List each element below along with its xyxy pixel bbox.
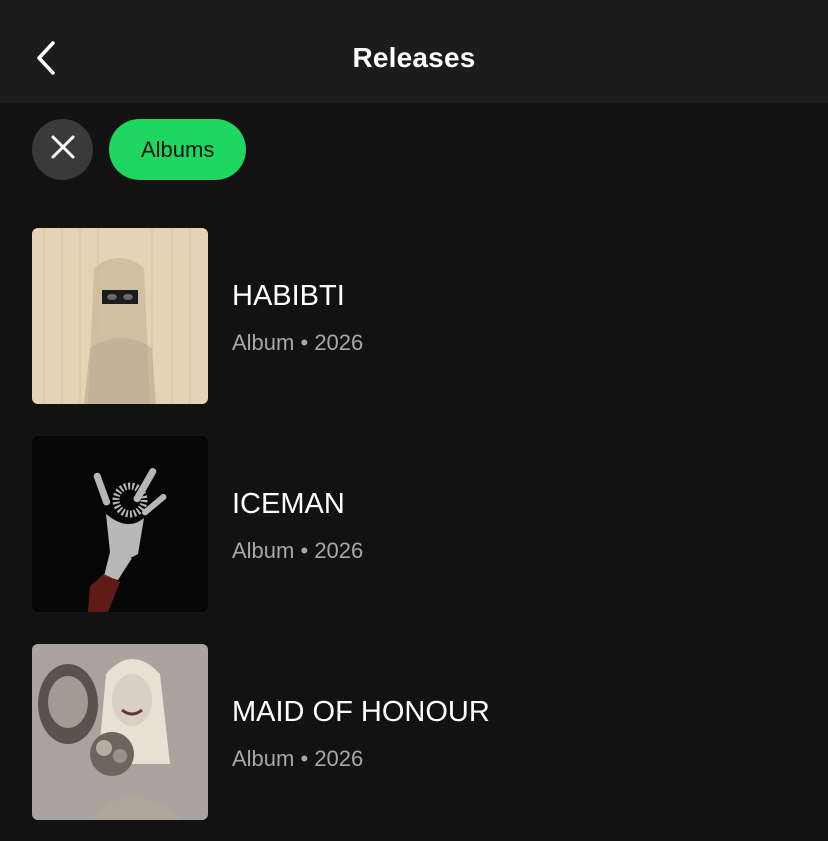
release-type: Album (232, 538, 295, 563)
release-type: Album (232, 330, 295, 355)
release-item-habibti[interactable]: HABIBTI Album • 2026 (32, 228, 802, 404)
release-type: Album (232, 746, 295, 771)
albums-filter-chip[interactable]: Albums (109, 119, 247, 180)
release-year: 2026 (314, 330, 364, 355)
release-item-iceman[interactable]: ICEMAN Album • 2026 (32, 436, 802, 612)
album-cover-habibti (32, 228, 208, 404)
release-title: MAID OF HONOUR (232, 696, 490, 728)
close-icon (50, 134, 76, 165)
release-title: ICEMAN (232, 488, 345, 520)
filter-bar: Albums (32, 119, 247, 180)
release-title: HABIBTI (232, 280, 345, 312)
separator-dot: • (300, 746, 309, 771)
release-subtitle: Album • 2026 (232, 538, 363, 564)
page-title: Releases (352, 42, 476, 73)
album-cover-maid-of-honour (32, 644, 208, 820)
separator-dot: • (300, 538, 309, 563)
release-item-maid-of-honour[interactable]: MAID OF HONOUR Album • 2026 (32, 644, 802, 820)
clear-filter-button[interactable] (32, 119, 93, 180)
release-year: 2026 (314, 746, 364, 771)
release-subtitle: Album • 2026 (232, 330, 363, 356)
release-subtitle: Album • 2026 (232, 746, 363, 772)
separator-dot: • (300, 330, 309, 355)
release-year: 2026 (314, 538, 364, 563)
album-cover-iceman (32, 436, 208, 612)
top-bar: Releases (0, 0, 828, 103)
